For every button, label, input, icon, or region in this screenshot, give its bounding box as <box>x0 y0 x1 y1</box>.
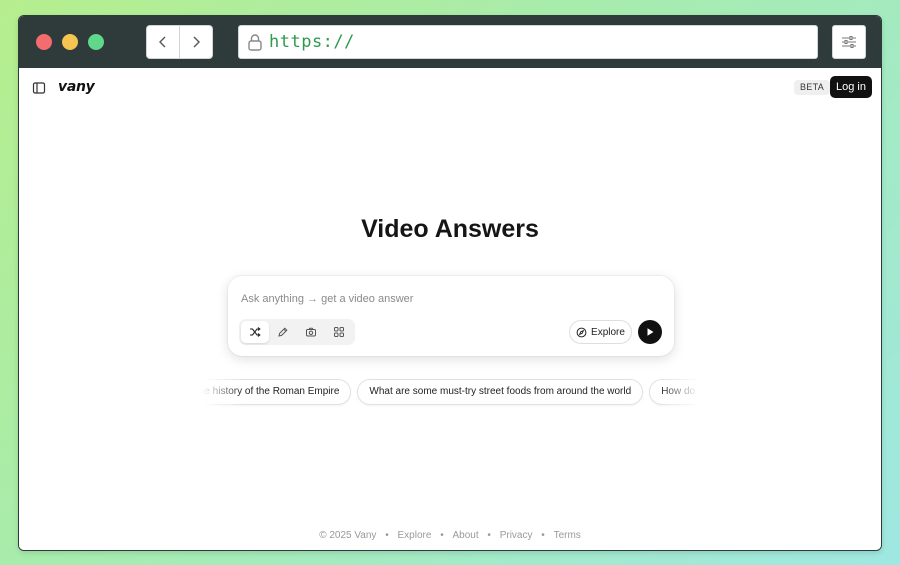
pen-tool-button[interactable] <box>269 321 297 343</box>
camera-tool-button[interactable] <box>297 321 325 343</box>
suggestion-chip[interactable]: How do speedru <box>649 379 700 405</box>
page-content: vany BETA Log in Video Answers Ask anyth… <box>19 68 881 550</box>
camera-icon <box>306 327 316 337</box>
suggestion-chip[interactable]: What are some must-try street foods from… <box>357 379 644 405</box>
address-bar[interactable]: https:// <box>238 25 818 59</box>
footer-link-terms[interactable]: Terms <box>554 530 581 541</box>
browser-chrome: https:// <box>19 16 881 68</box>
search-input[interactable] <box>241 290 641 308</box>
shuffle-icon <box>250 327 261 337</box>
pen-icon <box>278 327 288 337</box>
browser-settings-button[interactable] <box>832 25 866 59</box>
grid-tool-button[interactable] <box>325 321 353 343</box>
submit-button[interactable] <box>638 320 662 344</box>
footer-separator: • <box>440 530 444 541</box>
url-text: https:// <box>269 32 355 52</box>
login-button[interactable]: Log in <box>830 76 872 98</box>
forward-button[interactable] <box>179 25 213 59</box>
footer: © 2025 Vany • Explore • About • Privacy … <box>19 530 881 541</box>
chevron-right-icon <box>193 36 200 48</box>
footer-separator: • <box>487 530 491 541</box>
lock-icon <box>248 34 262 51</box>
search-card: Explore <box>228 276 674 356</box>
play-icon <box>647 328 654 336</box>
maximize-window-button[interactable] <box>88 34 104 50</box>
footer-link-explore[interactable]: Explore <box>398 530 432 541</box>
suggestions-track: the history of the Roman Empire What are… <box>202 379 700 405</box>
sidebar-icon <box>32 82 46 94</box>
sidebar-toggle-button[interactable] <box>32 81 46 95</box>
footer-separator: • <box>385 530 389 541</box>
close-window-button[interactable] <box>36 34 52 50</box>
shuffle-tool-button[interactable] <box>241 321 269 343</box>
tool-group <box>239 319 355 345</box>
brand-logo[interactable]: vany <box>58 79 95 95</box>
explore-button[interactable]: Explore <box>569 320 632 344</box>
sliders-icon <box>842 36 856 48</box>
page-title: Video Answers <box>361 215 539 243</box>
beta-badge: BETA <box>794 80 831 95</box>
suggestion-chip[interactable]: the history of the Roman Empire <box>202 379 352 405</box>
chevron-left-icon <box>159 36 166 48</box>
compass-icon <box>576 327 587 337</box>
footer-separator: • <box>541 530 545 541</box>
suggestions-carousel: the history of the Roman Empire What are… <box>202 378 700 408</box>
browser-window: https:// vany BETA Log in Video Answers <box>18 15 882 551</box>
grid-icon <box>334 327 344 337</box>
footer-link-privacy[interactable]: Privacy <box>500 530 533 541</box>
footer-link-about[interactable]: About <box>452 530 478 541</box>
explore-label: Explore <box>591 326 625 338</box>
copyright-text: © 2025 Vany <box>319 530 377 541</box>
minimize-window-button[interactable] <box>62 34 78 50</box>
back-button[interactable] <box>146 25 180 59</box>
